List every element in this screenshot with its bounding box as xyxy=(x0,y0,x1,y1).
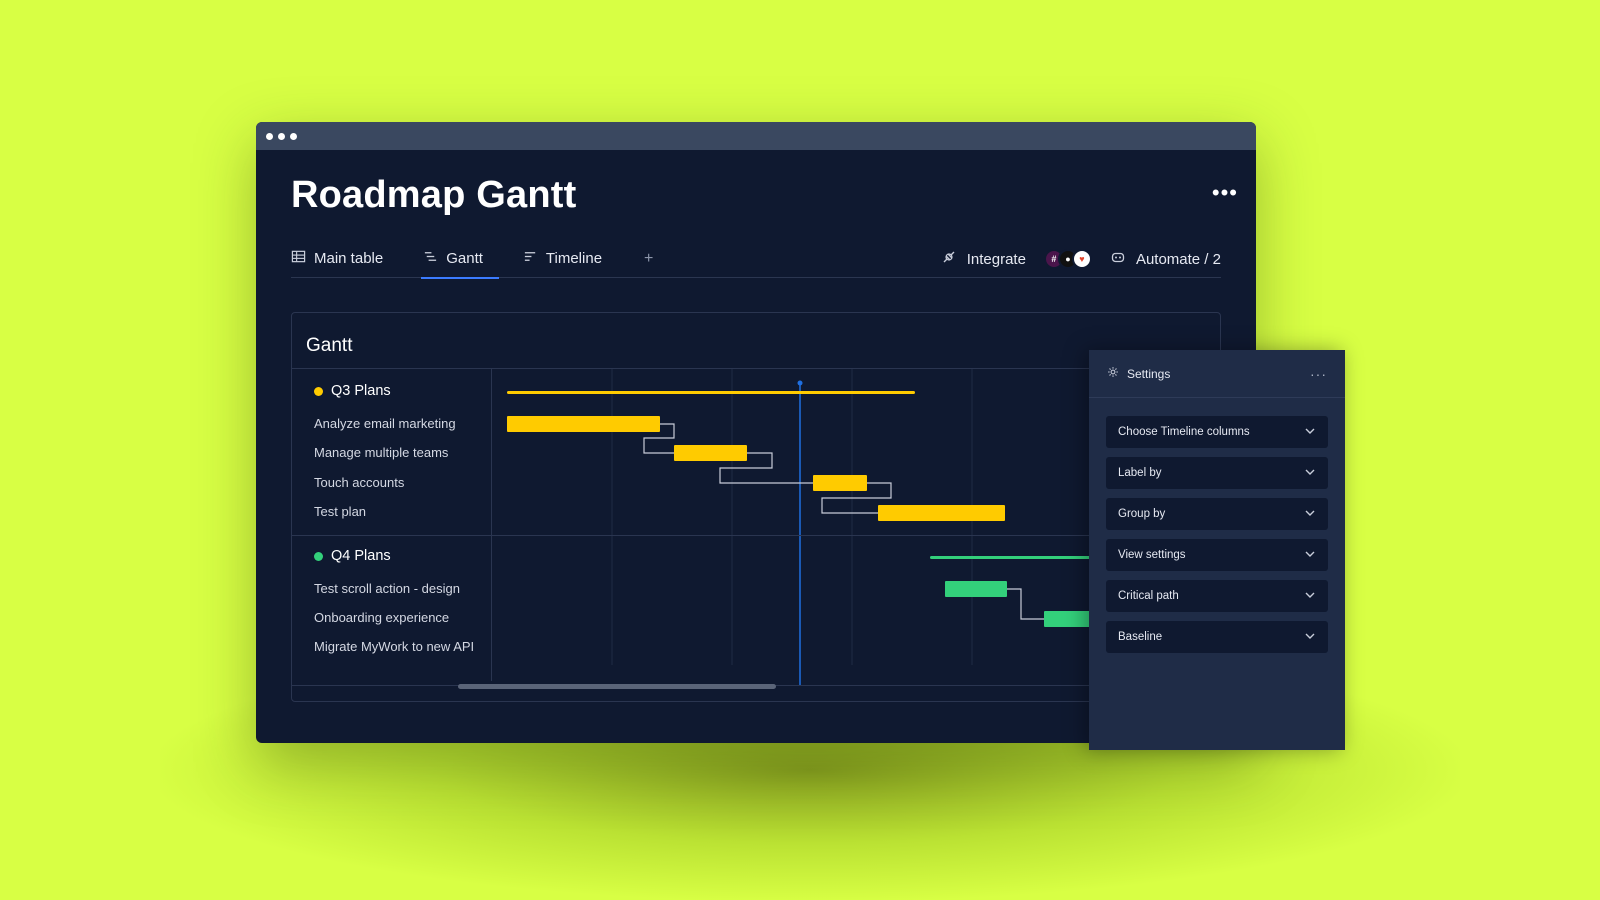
dropdown-view-settings[interactable]: View settings xyxy=(1106,539,1328,571)
task-row-label[interactable]: Touch accounts xyxy=(314,475,404,490)
settings-panel: Settings ··· Choose Timeline columns Lab… xyxy=(1089,350,1345,750)
integration-avatars: # ● ♥ xyxy=(1043,249,1092,269)
integrate-icon xyxy=(941,249,957,269)
view-tabs: Main table Gantt Timeline + Integrate # … xyxy=(291,240,1221,279)
gear-icon xyxy=(1107,366,1119,381)
chevron-down-icon xyxy=(1304,425,1316,440)
dropdown-label: Choose Timeline columns xyxy=(1118,426,1250,438)
dropdown-label: Label by xyxy=(1118,467,1162,479)
table-icon xyxy=(291,249,306,268)
chevron-down-icon xyxy=(1304,507,1316,522)
gitlab-icon: ♥ xyxy=(1071,249,1092,269)
dropdown-label-by[interactable]: Label by xyxy=(1106,457,1328,489)
task-bar-manage-multiple-teams[interactable] xyxy=(674,445,747,461)
timeline-icon xyxy=(523,249,538,268)
chevron-down-icon xyxy=(1304,589,1316,604)
task-row-label[interactable]: Migrate MyWork to new API xyxy=(314,639,474,654)
task-row-label[interactable]: Test plan xyxy=(314,504,366,519)
task-row-label[interactable]: Analyze email marketing xyxy=(314,416,456,431)
chevron-down-icon xyxy=(1304,630,1316,645)
scrollbar-thumb[interactable] xyxy=(458,684,776,689)
dropdown-choose-timeline-columns[interactable]: Choose Timeline columns xyxy=(1106,416,1328,448)
chevron-down-icon xyxy=(1304,466,1316,481)
automate-icon xyxy=(1110,249,1126,269)
chevron-down-icon xyxy=(1304,548,1316,563)
dropdown-label: Baseline xyxy=(1118,631,1163,643)
horizontal-scrollbar[interactable] xyxy=(292,681,1220,701)
dropdown-baseline[interactable]: Baseline xyxy=(1106,621,1328,653)
dropdown-group-by[interactable]: Group by xyxy=(1106,498,1328,530)
q3-summary-bar[interactable] xyxy=(507,391,915,394)
group-divider xyxy=(292,535,1220,536)
tab-label: Timeline xyxy=(545,250,603,267)
dropdown-label: View settings xyxy=(1118,549,1186,561)
tab-timeline[interactable]: Timeline xyxy=(523,240,616,278)
dropdown-label: Critical path xyxy=(1118,590,1179,602)
gantt-icon xyxy=(423,249,438,268)
group-header-q4[interactable]: Q4 Plans xyxy=(314,548,391,564)
tab-label: Main table xyxy=(314,250,384,267)
group-color-dot xyxy=(314,386,323,396)
add-view-button[interactable]: + xyxy=(644,250,653,268)
window-titlebar xyxy=(256,122,1256,150)
task-bar-touch-accounts[interactable] xyxy=(813,475,867,491)
more-options-icon[interactable]: ••• xyxy=(1212,182,1238,204)
dropdown-critical-path[interactable]: Critical path xyxy=(1106,580,1328,612)
dropdown-label: Group by xyxy=(1118,508,1166,520)
group-name: Q4 Plans xyxy=(331,548,391,564)
today-marker-dot xyxy=(797,380,803,386)
integrate-button[interactable]: Integrate xyxy=(967,251,1026,268)
gantt-card: Gantt Q3 Plans Analyze email marketing M… xyxy=(291,312,1221,702)
settings-title: Settings xyxy=(1127,366,1171,381)
page-title: Roadmap Gantt xyxy=(291,174,577,216)
window-dot xyxy=(290,132,297,140)
group-color-dot xyxy=(314,551,323,561)
task-row-label[interactable]: Onboarding experience xyxy=(314,610,449,625)
task-bar-analyze-email-marketing[interactable] xyxy=(507,416,660,432)
tab-label: Gantt xyxy=(446,250,483,267)
tab-gantt[interactable]: Gantt xyxy=(421,240,499,279)
task-bar-test-plan[interactable] xyxy=(878,505,1005,521)
toolbar-right: Integrate # ● ♥ Automate / 2 xyxy=(941,240,1221,278)
settings-more-icon[interactable]: ··· xyxy=(1310,366,1327,382)
task-list: Q3 Plans Analyze email marketing Manage … xyxy=(292,369,492,681)
dependency-connector xyxy=(1007,588,1044,620)
window-dot xyxy=(266,132,273,140)
window-dot xyxy=(278,132,285,140)
task-bar-test-scroll-action[interactable] xyxy=(945,581,1007,597)
tab-main-table[interactable]: Main table xyxy=(291,240,397,278)
group-name: Q3 Plans xyxy=(331,383,391,399)
automate-button[interactable]: Automate / 2 xyxy=(1136,251,1221,268)
task-row-label[interactable]: Manage multiple teams xyxy=(314,445,448,460)
settings-header: Settings ··· xyxy=(1089,350,1345,398)
group-header-q3[interactable]: Q3 Plans xyxy=(314,383,391,399)
task-row-label[interactable]: Test scroll action - design xyxy=(314,581,460,596)
